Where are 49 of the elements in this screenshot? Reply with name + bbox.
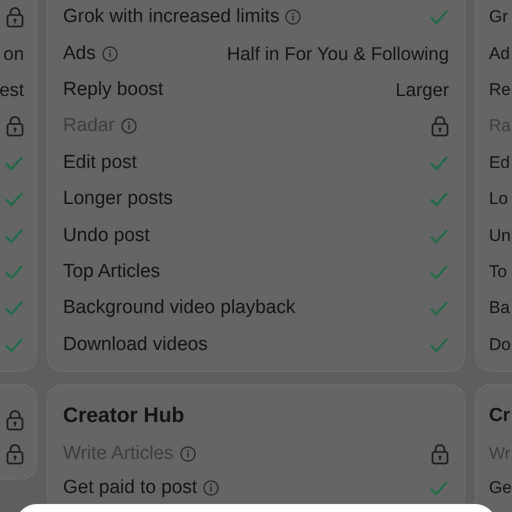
feature-value: est xyxy=(0,78,24,101)
feature-label: Do xyxy=(489,334,511,355)
check-icon xyxy=(429,299,449,318)
check-icon xyxy=(429,478,449,497)
feature-label: Longer posts xyxy=(63,188,173,210)
check-icon xyxy=(4,299,24,318)
feature-label: Ed xyxy=(489,152,510,173)
check-icon xyxy=(4,226,24,245)
feature-label: Top Articles xyxy=(63,260,160,283)
feature-label: Lo xyxy=(489,189,508,210)
feature-value: on xyxy=(3,42,24,65)
info-icon[interactable] xyxy=(102,46,118,62)
lock-icon xyxy=(6,6,24,28)
check-icon xyxy=(429,190,449,208)
feature-label: Background video playback xyxy=(63,297,296,320)
lock-icon xyxy=(6,442,24,465)
check-icon xyxy=(4,154,24,172)
check-icon xyxy=(429,262,449,281)
feature-value: Larger xyxy=(396,78,449,101)
feature-label: Ads xyxy=(63,42,96,65)
check-icon xyxy=(429,336,449,354)
feature-label: Re xyxy=(489,80,511,100)
feature-label: Ad xyxy=(489,44,510,64)
feature-label: Gr xyxy=(489,7,508,28)
lock-icon xyxy=(6,115,24,138)
info-icon[interactable] xyxy=(285,9,302,26)
check-icon xyxy=(4,262,24,281)
feature-label: Undo post xyxy=(63,224,150,247)
check-icon xyxy=(429,154,449,172)
section-title: Creator Hub xyxy=(63,402,186,429)
info-icon[interactable] xyxy=(203,480,220,496)
feature-label: To xyxy=(489,262,507,282)
check-icon xyxy=(429,226,449,245)
check-icon xyxy=(4,190,24,208)
lock-icon xyxy=(431,115,449,138)
feature-label: Reply boost xyxy=(63,78,164,101)
feature-label: Un xyxy=(489,226,511,246)
lock-icon xyxy=(6,408,24,431)
feature-label: Ge xyxy=(489,478,512,498)
section-title: Cr xyxy=(489,404,512,428)
check-icon xyxy=(429,8,449,26)
feature-label: Grok with increased limits xyxy=(63,6,280,28)
feature-value: Half in For You & Following xyxy=(226,42,449,65)
feature-label: Get paid to post xyxy=(63,476,198,499)
lock-icon xyxy=(431,442,449,465)
check-icon xyxy=(4,336,24,354)
feature-label: Ba xyxy=(489,298,510,318)
feature-label: Edit post xyxy=(63,152,137,174)
feature-label: Download videos xyxy=(63,334,208,356)
